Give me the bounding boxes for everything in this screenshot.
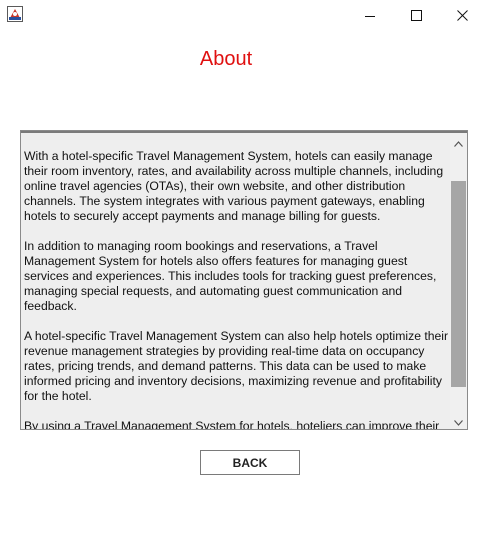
page-title: About <box>199 48 253 70</box>
chevron-down-icon <box>454 411 463 429</box>
vertical-scrollbar[interactable] <box>450 133 467 429</box>
back-button[interactable]: BACK <box>200 450 300 475</box>
title-bar[interactable] <box>0 0 485 30</box>
about-paragraph: With a hotel-specific Travel Management … <box>24 149 444 223</box>
java-app-icon <box>7 6 23 22</box>
close-icon <box>456 6 468 25</box>
about-paragraph: By using a Travel Management System for … <box>24 419 440 430</box>
maximize-icon <box>410 6 422 25</box>
about-paragraph: In addition to managing room bookings an… <box>24 239 437 313</box>
about-paragraph: A hotel-specific Travel Management Syste… <box>24 329 449 403</box>
about-window: About With a hotel-specific Travel Manag… <box>0 0 485 541</box>
scroll-down-button[interactable] <box>450 412 467 429</box>
close-button[interactable] <box>439 0 485 30</box>
scroll-thumb[interactable] <box>451 181 466 387</box>
about-text-area[interactable]: With a hotel-specific Travel Management … <box>20 130 468 430</box>
chevron-up-icon <box>454 132 463 151</box>
scroll-up-button[interactable] <box>450 133 467 150</box>
maximize-button[interactable] <box>393 0 439 30</box>
minimize-icon <box>365 6 375 25</box>
minimize-button[interactable] <box>347 0 393 30</box>
about-text-content[interactable]: With a hotel-specific Travel Management … <box>24 149 449 430</box>
